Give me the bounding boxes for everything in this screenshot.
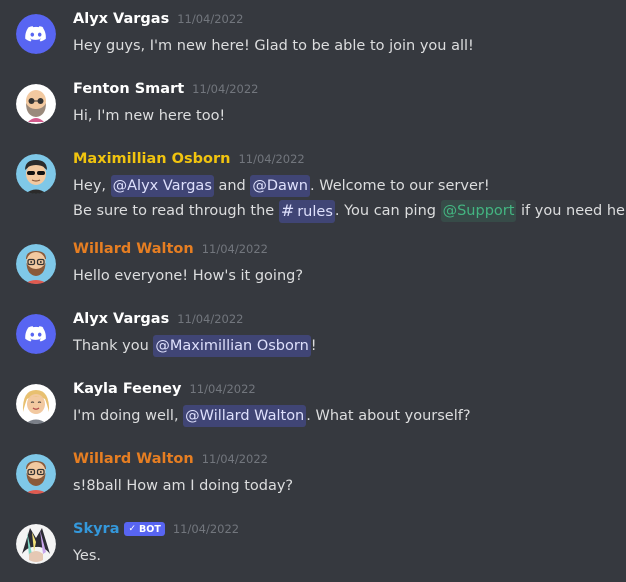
- message-header: Alyx Vargas 11/04/2022: [73, 311, 626, 333]
- chat-message: Skyra ✓ BOT 11/04/2022 Yes.: [0, 521, 626, 582]
- message-header: Willard Walton 11/04/2022: [73, 241, 626, 263]
- message-text: Hey guys, I'm new here! Glad to be able …: [73, 38, 474, 54]
- chat-message: Willard Walton 11/04/2022 s!8ball How am…: [0, 451, 626, 521]
- message-timestamp: 11/04/2022: [189, 382, 256, 396]
- message-timestamp: 11/04/2022: [201, 452, 269, 466]
- author-name[interactable]: Willard Walton: [73, 241, 194, 257]
- chat-message: Alyx Vargas 11/04/2022 Thank you @Maximi…: [0, 311, 626, 381]
- chat-message: Alyx Vargas 11/04/2022 Hey guys, I'm new…: [0, 11, 626, 81]
- bot-tag-label: BOT: [139, 523, 161, 535]
- message-text: Hi, I'm new here too!: [73, 108, 226, 124]
- chat-message: Maximillian Osborn 11/04/2022 Hey, @Alyx…: [0, 151, 626, 241]
- message-timestamp: 11/04/2022: [238, 152, 305, 166]
- author-name[interactable]: Alyx Vargas: [73, 11, 169, 27]
- text-segment: . What about yourself?: [306, 408, 471, 424]
- user-mention[interactable]: @Maximillian Osborn: [153, 335, 311, 357]
- message-text: s!8ball How am I doing today?: [73, 478, 294, 494]
- bald-bearded-man-avatar[interactable]: [16, 84, 56, 124]
- text-segment: . Welcome to our server!: [309, 178, 490, 194]
- message-header: Willard Walton 11/04/2022: [73, 451, 626, 473]
- channel-name: rules: [297, 203, 333, 220]
- user-mention[interactable]: @Alyx Vargas: [110, 175, 214, 197]
- message-header: Fenton Smart 11/04/2022: [73, 81, 626, 103]
- message-header: Alyx Vargas 11/04/2022: [73, 11, 626, 33]
- message-text: I'm doing well, @Willard Walton . What a…: [73, 403, 626, 429]
- message-header: Kayla Feeney 11/04/2022: [73, 381, 626, 403]
- message-timestamp: 11/04/2022: [201, 242, 269, 256]
- verified-check-icon: ✓: [128, 524, 137, 534]
- message-text: Yes.: [73, 548, 102, 564]
- author-name[interactable]: Alyx Vargas: [73, 311, 169, 327]
- author-name[interactable]: Kayla Feeney: [73, 381, 181, 397]
- bearded-glasses-man-avatar[interactable]: [16, 244, 56, 284]
- chat-message: Fenton Smart 11/04/2022 Hi, I'm new here…: [0, 81, 626, 151]
- user-mention[interactable]: @Dawn: [250, 175, 310, 197]
- text-segment: I'm doing well,: [73, 408, 184, 424]
- text-segment: and: [213, 178, 251, 194]
- message-text: Hello everyone! How's it going?: [73, 268, 304, 284]
- discord-logo-icon[interactable]: [16, 314, 56, 354]
- blonde-woman-avatar[interactable]: [16, 384, 56, 424]
- chat-message: Willard Walton 11/04/2022 Hello everyone…: [0, 241, 626, 311]
- sunglasses-man-avatar[interactable]: [16, 154, 56, 194]
- message-text: Be sure to read through the # rules . You…: [73, 199, 626, 223]
- message-timestamp: 11/04/2022: [177, 12, 244, 26]
- author-name[interactable]: Maximillian Osborn: [73, 151, 230, 167]
- text-segment: Thank you: [73, 338, 154, 354]
- author-name[interactable]: Fenton Smart: [73, 81, 184, 97]
- chat-message-list: Alyx Vargas 11/04/2022 Hey guys, I'm new…: [0, 0, 626, 582]
- text-segment: !: [310, 338, 317, 354]
- author-name[interactable]: Skyra: [73, 521, 119, 537]
- bearded-glasses-man-avatar[interactable]: [16, 454, 56, 494]
- text-segment: . You can ping: [334, 203, 441, 219]
- message-timestamp: 11/04/2022: [192, 82, 259, 96]
- message-header: Skyra ✓ BOT 11/04/2022: [73, 521, 626, 543]
- text-segment: Be sure to read through the: [73, 203, 279, 219]
- message-text: Thank you @Maximillian Osborn !: [73, 333, 626, 359]
- chat-message: Kayla Feeney 11/04/2022 I'm doing well, …: [0, 381, 626, 451]
- bot-tag: ✓ BOT: [124, 522, 165, 536]
- text-segment: if you need help.: [521, 203, 626, 219]
- discord-logo-icon[interactable]: [16, 14, 56, 54]
- message-timestamp: 11/04/2022: [172, 522, 240, 536]
- message-timestamp: 11/04/2022: [177, 312, 244, 326]
- role-mention[interactable]: @Support: [440, 200, 517, 222]
- text-segment: Hey,: [73, 178, 111, 194]
- skyra-bot-avatar[interactable]: [16, 524, 56, 564]
- message-text: Hey, @Alyx Vargas and @Dawn . Welcome to…: [73, 173, 626, 199]
- channel-hash-icon: #: [280, 200, 295, 220]
- channel-mention[interactable]: # rules: [278, 199, 335, 223]
- author-name[interactable]: Willard Walton: [73, 451, 194, 467]
- user-mention[interactable]: @Willard Walton: [183, 405, 307, 427]
- message-header: Maximillian Osborn 11/04/2022: [73, 151, 626, 173]
